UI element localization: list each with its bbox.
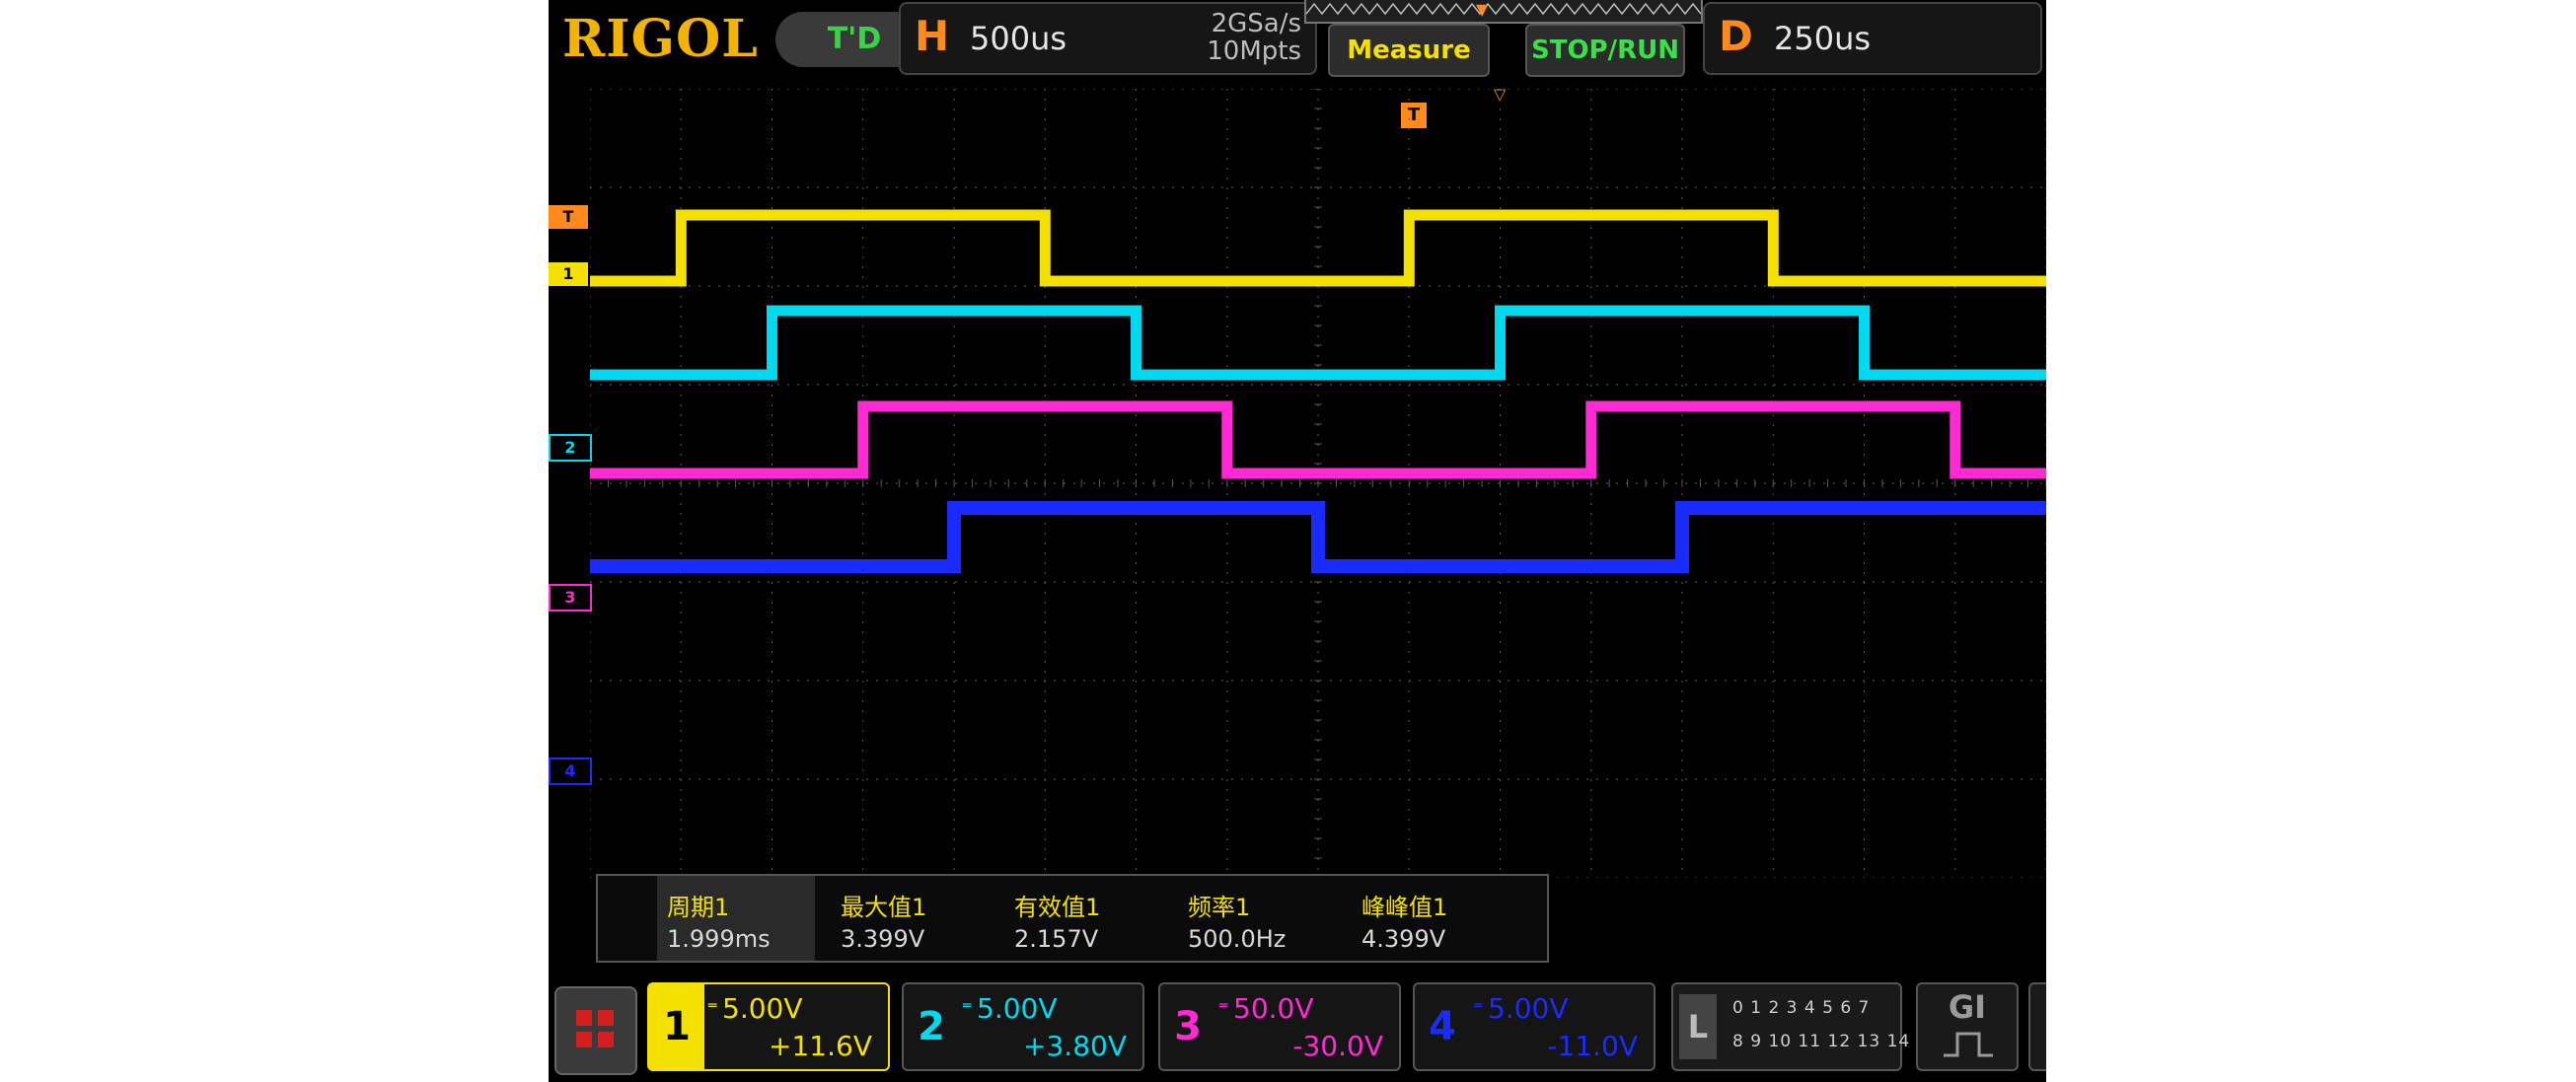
horizontal-key: H [915, 12, 950, 60]
channel-4-box[interactable]: 4 ═ 5.00V -11.0V [1413, 982, 1656, 1071]
measure-button[interactable]: Measure [1328, 24, 1490, 77]
main-menu-button[interactable] [554, 986, 637, 1075]
measure-value: 2.157V [1014, 925, 1099, 953]
ch4-waveform-edge [590, 507, 2046, 567]
memory-timeline-bar [1304, 0, 1703, 24]
measure-name: 有效值1 [1014, 894, 1101, 921]
pulse-wave-icon [1944, 1032, 1993, 1057]
ch4-offset-marker[interactable]: 4 [549, 757, 592, 785]
measure-item-rms[interactable]: 有效值1 2.157V [1004, 876, 1162, 961]
ch1-offset-marker[interactable]: 1 [549, 262, 588, 286]
waveform-grid [590, 89, 2046, 878]
timeline-pointer-icon: ▼ [1476, 0, 1489, 19]
delay-value: 250us [1774, 20, 1872, 57]
measure-item-period[interactable]: 周期1 1.999ms [657, 876, 815, 961]
dc-coupling-icon: ═ [1474, 998, 1483, 1014]
logic-analyzer-box[interactable]: L 0 1 2 3 4 5 6 7 8 9 10 11 12 13 14 15 [1671, 982, 1939, 1071]
measure-item-max[interactable]: 最大值1 3.399V [831, 876, 989, 961]
horizontal-timebase-box[interactable]: H 500us 2GSa/s 10Mpts [899, 2, 1317, 75]
channel-offset: -30.0V [1292, 1030, 1383, 1062]
dc-coupling-icon: ═ [1219, 998, 1228, 1014]
logic-label: L [1679, 994, 1717, 1059]
measure-name: 最大值1 [841, 894, 927, 921]
delay-box[interactable]: D 250us [1703, 2, 2042, 75]
ch3-offset-marker[interactable]: 3 [549, 584, 592, 612]
measurement-panel: 周期1 1.999ms 最大值1 3.399V 有效值1 2.157V 频率1 … [596, 874, 1549, 963]
measure-item-frequency[interactable]: 频率1 500.0Hz [1178, 876, 1336, 961]
channel-scale: 5.00V [1488, 992, 1569, 1025]
bottom-channel-bar: 1 ═ 5.00V +11.6V 2 ═ 5.00V +3.80V 3 ═ 50… [549, 976, 2046, 1082]
acquisition-info: 2GSa/s 10Mpts [1173, 10, 1301, 65]
measure-value: 500.0Hz [1188, 925, 1287, 953]
measure-name: 峰峰值1 [1362, 894, 1448, 921]
measure-name: 频率1 [1188, 894, 1251, 921]
trigger-level-marker[interactable]: T [549, 205, 588, 229]
memory-depth: 10Mpts [1207, 36, 1301, 66]
channel-1-box[interactable]: 1 ═ 5.00V +11.6V [647, 982, 890, 1071]
channel-scale: 5.00V [722, 992, 803, 1025]
measure-value: 1.999ms [667, 925, 771, 953]
measure-item-peak-to-peak[interactable]: 峰峰值1 4.399V [1352, 876, 1509, 961]
measure-value: 4.399V [1362, 925, 1446, 953]
sample-rate: 2GSa/s [1211, 9, 1301, 38]
channel-2-box[interactable]: 2 ═ 5.00V +3.80V [902, 982, 1144, 1071]
timeline-wave-icon [1306, 2, 1701, 16]
graticule [590, 89, 2046, 878]
channel-scale: 50.0V [1233, 992, 1314, 1025]
brand-logo: RIGOL [562, 9, 759, 69]
channel-offset: +11.6V [769, 1030, 872, 1062]
channel-number: 3 [1174, 1004, 1202, 1049]
measure-value: 3.399V [841, 925, 925, 953]
more-panel-edge[interactable] [2028, 982, 2046, 1071]
oscilloscope-screen: RIGOL T'D H 500us 2GSa/s 10Mpts ▼ Measur… [549, 0, 2046, 1082]
channel-offset: +3.80V [1023, 1030, 1127, 1062]
logic-channels-row2: 8 9 10 11 12 13 14 15 [1732, 1032, 1941, 1051]
channel-offset: -11.0V [1547, 1030, 1638, 1062]
channel-number: 4 [1429, 1004, 1456, 1049]
channel-number: 2 [918, 1004, 945, 1049]
delay-key: D [1719, 12, 1753, 60]
dc-coupling-icon: ═ [708, 998, 717, 1014]
measure-name: 周期1 [667, 894, 730, 921]
channel-number: 1 [649, 984, 704, 1069]
ch2-offset-marker[interactable]: 2 [549, 434, 592, 462]
channel-3-box[interactable]: 3 ═ 50.0V -30.0V [1158, 982, 1401, 1071]
generator-label: GI [1948, 988, 1987, 1026]
timebase-value: 500us [970, 20, 1067, 57]
signal-generator-box[interactable]: GI [1916, 982, 2019, 1071]
top-status-bar: RIGOL T'D H 500us 2GSa/s 10Mpts ▼ Measur… [549, 0, 2046, 85]
dc-coupling-icon: ═ [963, 998, 972, 1014]
logic-channels-row1: 0 1 2 3 4 5 6 7 [1732, 998, 1871, 1018]
channel-scale: 5.00V [977, 992, 1058, 1025]
stop-run-button[interactable]: STOP/RUN [1525, 24, 1685, 77]
